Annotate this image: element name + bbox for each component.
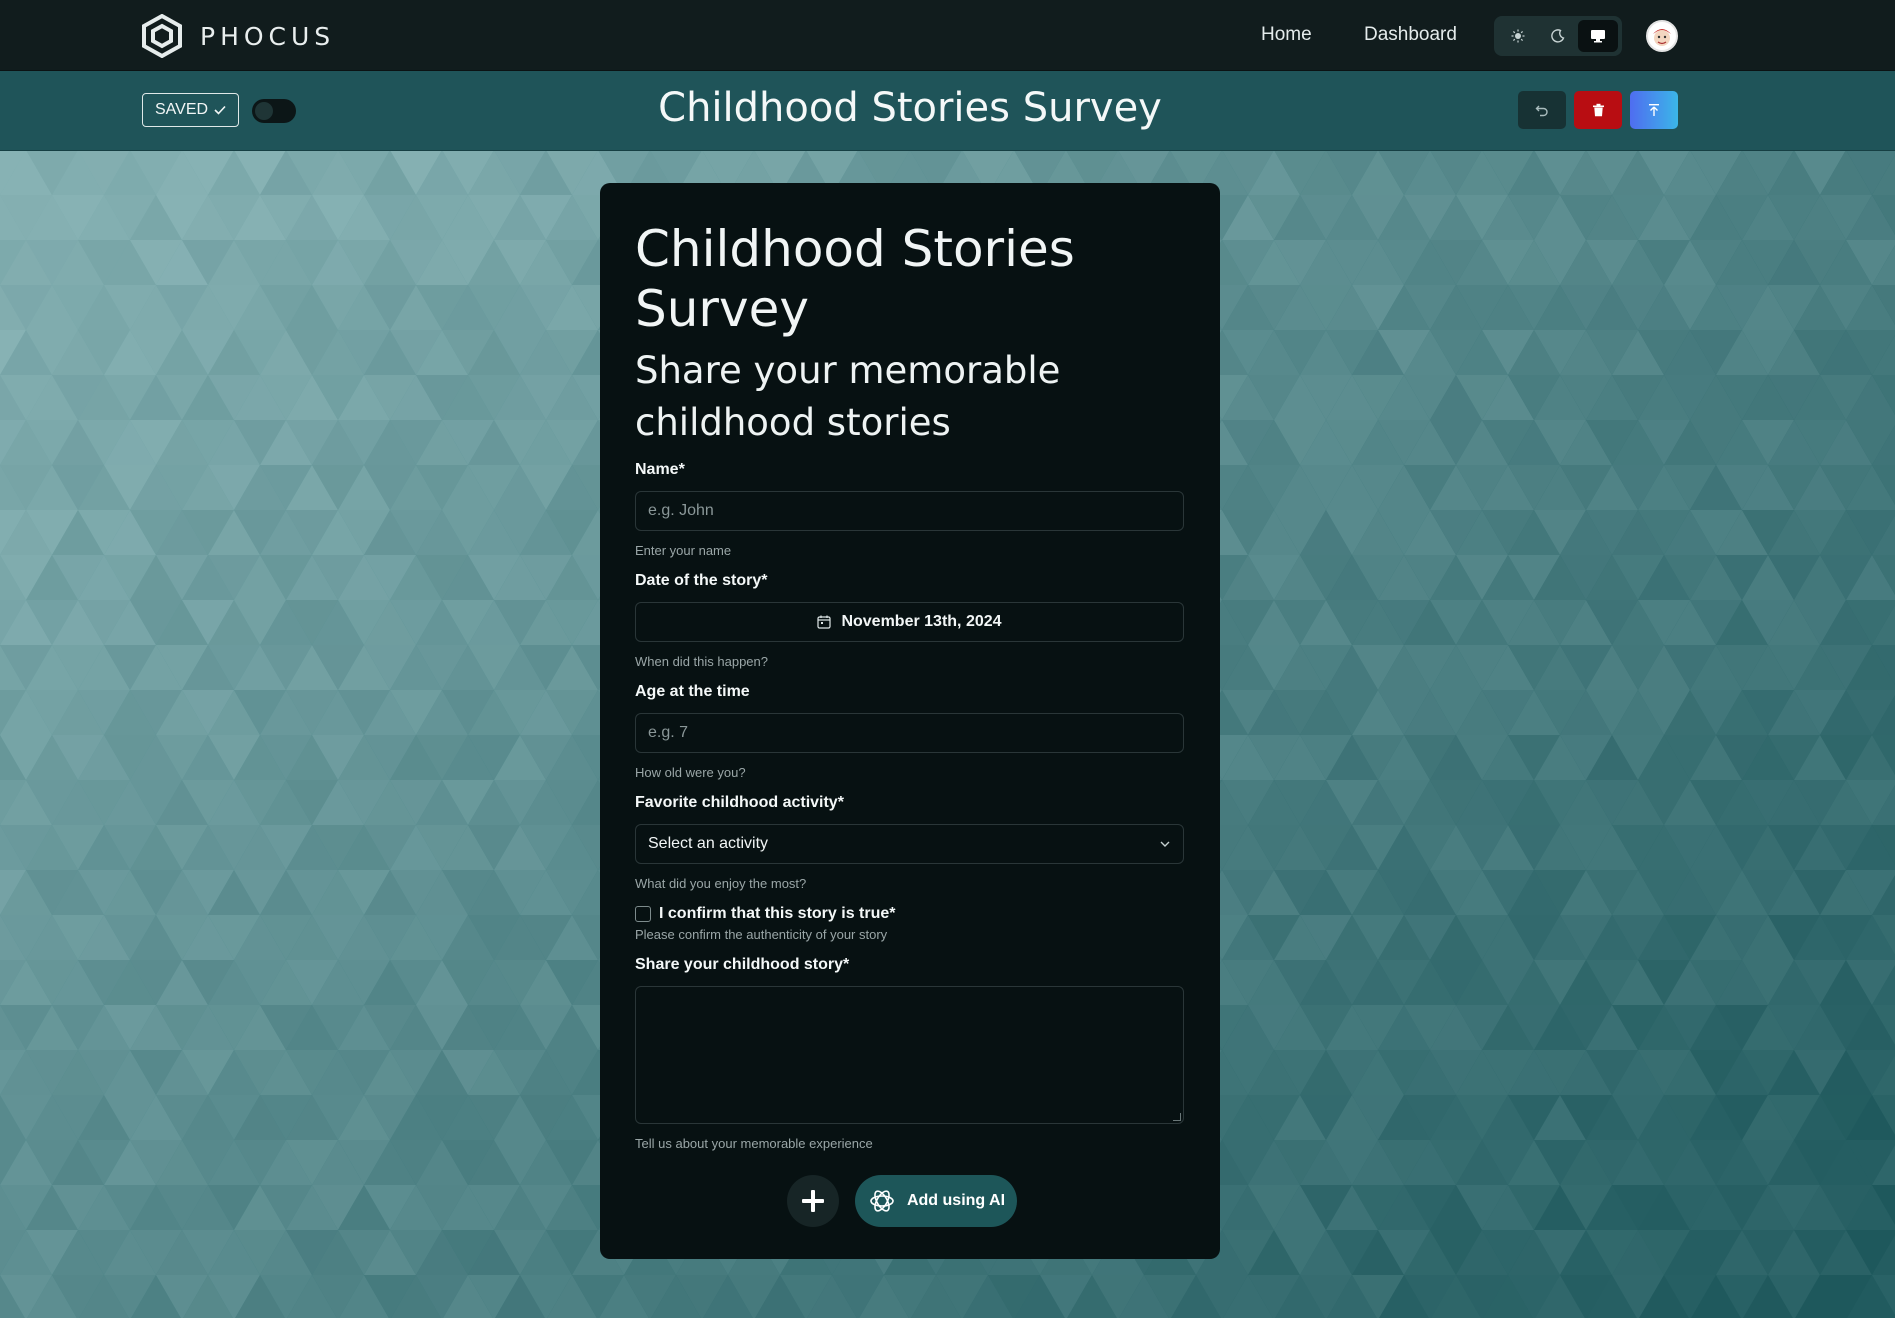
light-theme-button[interactable]: [1498, 20, 1538, 52]
activity-select[interactable]: Select an activity: [635, 824, 1184, 864]
nav-home-link[interactable]: Home: [1261, 24, 1312, 46]
confirm-help-text: Please confirm the authenticity of your …: [635, 927, 888, 942]
delete-button[interactable]: [1574, 91, 1622, 129]
activity-selected-value: Select an activity: [648, 835, 769, 852]
add-field-button[interactable]: [786, 1175, 839, 1227]
age-label: Age at the time: [635, 683, 750, 700]
form-subtitle: Share your memorable childhood stories: [635, 349, 1061, 444]
upload-icon: [1649, 104, 1659, 116]
name-label: Name*: [635, 461, 685, 478]
add-using-ai-button[interactable]: Add using AI: [854, 1175, 1018, 1227]
confirm-checkbox[interactable]: [635, 906, 651, 922]
story-label: Share your childhood story*: [635, 956, 850, 973]
hexagon-logo-icon: [142, 14, 182, 58]
story-textarea[interactable]: [635, 986, 1184, 1124]
undo-button[interactable]: [1518, 91, 1566, 129]
confirm-row: I confirm that this story is true*: [635, 905, 1184, 923]
brand-logo[interactable]: PHOCUS: [140, 14, 335, 58]
chevron-down-icon: [1160, 841, 1170, 847]
survey-form-card: Childhood Stories Survey Share your memo…: [600, 183, 1220, 1259]
age-help-text: How old were you?: [635, 765, 746, 780]
sun-icon: [1511, 29, 1525, 43]
undo-icon: [1535, 105, 1548, 117]
date-picker-button[interactable]: November 13th, 2024: [635, 602, 1184, 642]
name-placeholder: e.g. John: [648, 502, 714, 519]
avatar-image: [1653, 29, 1671, 46]
nav-dashboard-link[interactable]: Dashboard: [1364, 24, 1457, 46]
name-input[interactable]: e.g. John: [635, 491, 1184, 531]
theme-switcher: [1494, 16, 1622, 56]
age-placeholder: e.g. 7: [648, 724, 689, 741]
plus-icon: [801, 1190, 824, 1212]
add-using-ai-label: Add using AI: [906, 1192, 1006, 1209]
date-help-text: When did this happen?: [635, 654, 768, 669]
user-avatar[interactable]: [1646, 20, 1678, 52]
brand-name: PHOCUS: [200, 21, 336, 51]
name-help-text: Enter your name: [635, 543, 732, 558]
editor-toolbar: SAVED Childhood Stories Survey: [0, 71, 1895, 151]
resize-handle-icon[interactable]: [1173, 1113, 1181, 1121]
top-navbar: PHOCUS Home Dashboard: [0, 0, 1895, 71]
activity-label: Favorite childhood activity*: [635, 794, 844, 811]
trash-icon: [1592, 103, 1604, 117]
confirm-label[interactable]: I confirm that this story is true*: [659, 905, 895, 923]
age-input[interactable]: e.g. 7: [635, 713, 1184, 753]
dark-theme-button[interactable]: [1538, 20, 1578, 52]
form-actions: Add using AI: [635, 1175, 1184, 1227]
calendar-icon: [817, 615, 832, 629]
moon-icon: [1551, 29, 1565, 43]
form-title: Childhood Stories Survey: [635, 220, 1075, 338]
publish-button[interactable]: [1630, 91, 1678, 129]
activity-help-text: What did you enjoy the most?: [635, 876, 807, 891]
date-value: November 13th, 2024: [841, 613, 1002, 630]
monitor-icon: [1591, 30, 1605, 43]
openai-icon: [870, 1190, 894, 1212]
story-help-text: Tell us about your memorable experience: [635, 1136, 873, 1151]
system-theme-button[interactable]: [1578, 20, 1618, 52]
date-label: Date of the story*: [635, 572, 768, 589]
